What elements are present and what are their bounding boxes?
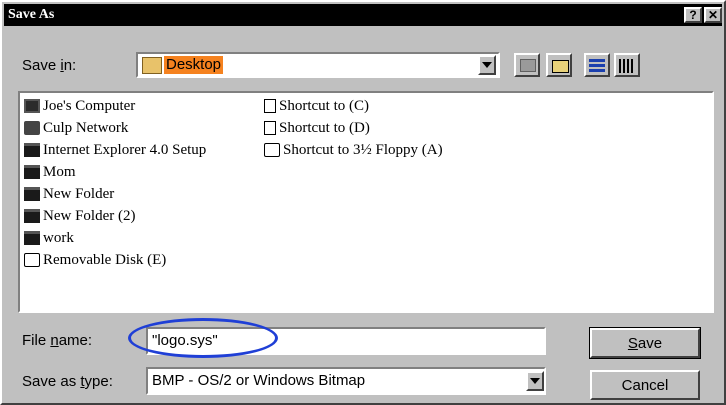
chevron-down-icon xyxy=(482,62,492,68)
list-item-label: Joe's Computer xyxy=(43,97,136,114)
list-item-label: Culp Network xyxy=(43,119,129,136)
cancel-button[interactable]: Cancel xyxy=(590,370,700,400)
help-button[interactable]: ? xyxy=(684,7,702,23)
folder-icon xyxy=(24,231,40,245)
list-item[interactable]: Joe's Computer xyxy=(24,96,135,116)
folder-icon xyxy=(24,209,40,223)
save-as-dialog: Save As ? ✕ Save in: Desktop Joe's Compu… xyxy=(0,0,726,405)
save-in-value: Desktop xyxy=(164,56,224,74)
new-folder-button[interactable] xyxy=(546,53,572,77)
list-item[interactable]: Shortcut to (C) xyxy=(264,96,369,116)
details-view-icon xyxy=(619,59,635,73)
file-list[interactable]: Joe's Computer Culp Network Internet Explo… xyxy=(18,91,714,313)
folder-icon xyxy=(24,143,40,157)
save-button[interactable]: Save xyxy=(589,327,701,359)
new-folder-icon xyxy=(552,60,569,73)
list-item-label: New Folder xyxy=(43,185,115,202)
list-item[interactable]: Culp Network xyxy=(24,118,128,138)
list-item-label: Shortcut to (C) xyxy=(279,97,369,114)
drive-icon xyxy=(24,253,40,267)
list-item[interactable]: New Folder (2) xyxy=(24,206,135,226)
save-in-dropdown-button[interactable] xyxy=(478,55,496,75)
file-name-label: File name: xyxy=(22,332,93,349)
file-name-input[interactable]: "logo.sys" xyxy=(146,327,546,355)
details-view-button[interactable] xyxy=(614,53,640,77)
shortcut-icon xyxy=(264,99,276,113)
save-as-type-label: Save as type: xyxy=(22,373,113,390)
save-in-label: Save in: xyxy=(22,57,77,74)
list-item[interactable]: New Folder xyxy=(24,184,114,204)
list-item[interactable]: Shortcut to 3½ Floppy (A) xyxy=(264,140,443,160)
list-item-label: Shortcut to 3½ Floppy (A) xyxy=(283,141,443,158)
title-bar: Save As ? ✕ xyxy=(4,4,722,26)
folder-icon xyxy=(24,187,40,201)
list-view-button[interactable] xyxy=(584,53,610,77)
list-item-label: work xyxy=(43,229,74,246)
list-item[interactable]: Shortcut to (D) xyxy=(264,118,370,138)
up-folder-icon xyxy=(520,59,536,72)
list-view-icon xyxy=(589,59,605,73)
list-item[interactable]: Mom xyxy=(24,162,76,182)
computer-icon xyxy=(24,99,40,113)
save-as-type-dropdown-button[interactable] xyxy=(526,371,544,391)
desktop-icon xyxy=(142,56,162,74)
folder-icon xyxy=(24,165,40,179)
list-item[interactable]: Removable Disk (E) xyxy=(24,250,166,270)
close-button[interactable]: ✕ xyxy=(704,7,722,23)
up-folder-button[interactable] xyxy=(514,53,540,77)
chevron-down-icon xyxy=(530,378,540,384)
list-item-label: Shortcut to (D) xyxy=(279,119,370,136)
shortcut-icon xyxy=(264,121,276,135)
list-item-label: Removable Disk (E) xyxy=(43,251,167,268)
list-item-label: Internet Explorer 4.0 Setup xyxy=(43,141,207,158)
save-as-type-combo[interactable]: BMP - OS/2 or Windows Bitmap xyxy=(146,367,546,395)
save-in-combo[interactable]: Desktop xyxy=(136,52,500,78)
floppy-icon xyxy=(264,143,280,157)
list-item-label: New Folder (2) xyxy=(43,207,136,224)
window-title: Save As xyxy=(8,7,55,22)
list-item[interactable]: Internet Explorer 4.0 Setup xyxy=(24,140,206,160)
list-item-label: Mom xyxy=(43,163,76,180)
list-item[interactable]: work xyxy=(24,228,74,248)
network-icon xyxy=(24,121,40,135)
